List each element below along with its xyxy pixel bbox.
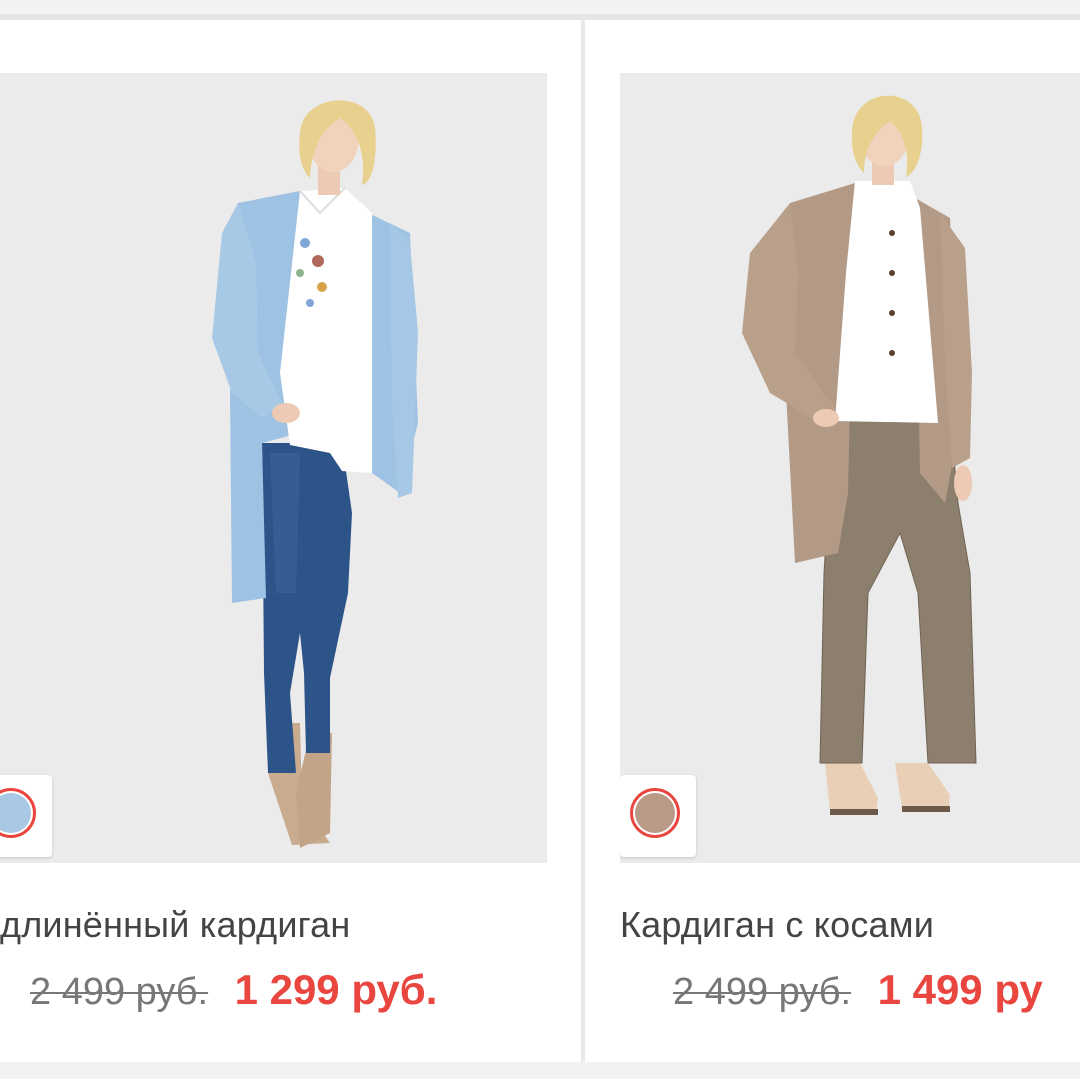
product-title-2[interactable]: Кардиган с косами	[620, 904, 934, 946]
product-photo-1[interactable]	[0, 73, 547, 863]
color-swatch-icon[interactable]	[630, 788, 680, 838]
color-swatch-card-1[interactable]	[0, 775, 52, 857]
product-photo-2[interactable]	[620, 73, 1080, 863]
product-card-2[interactable]: Кардиган с косами 2 499 руб. 1 499 ру	[585, 20, 1080, 1062]
color-swatch-fill	[0, 793, 31, 833]
model-image-1	[212, 100, 418, 848]
product-title-1[interactable]: длинённый кардиган	[0, 904, 351, 946]
old-price-2: 2 499 руб.	[673, 971, 852, 1013]
price-row-2: 2 499 руб. 1 499 ру	[673, 966, 1043, 1014]
color-swatch-card-2[interactable]	[620, 775, 696, 857]
model-image-2	[742, 95, 977, 815]
color-swatch-fill	[635, 793, 675, 833]
old-price-1: 2 499 руб.	[30, 971, 209, 1013]
product-card-1[interactable]: длинённый кардиган 2 499 руб. 1 299 руб.	[0, 20, 581, 1062]
bottom-divider	[0, 1062, 1080, 1079]
color-swatch-icon[interactable]	[0, 788, 36, 838]
price-row-1: 2 499 руб. 1 299 руб.	[30, 966, 437, 1014]
sale-price-1: 1 299 руб.	[234, 966, 438, 1013]
sale-price-2: 1 499 ру	[877, 966, 1043, 1013]
